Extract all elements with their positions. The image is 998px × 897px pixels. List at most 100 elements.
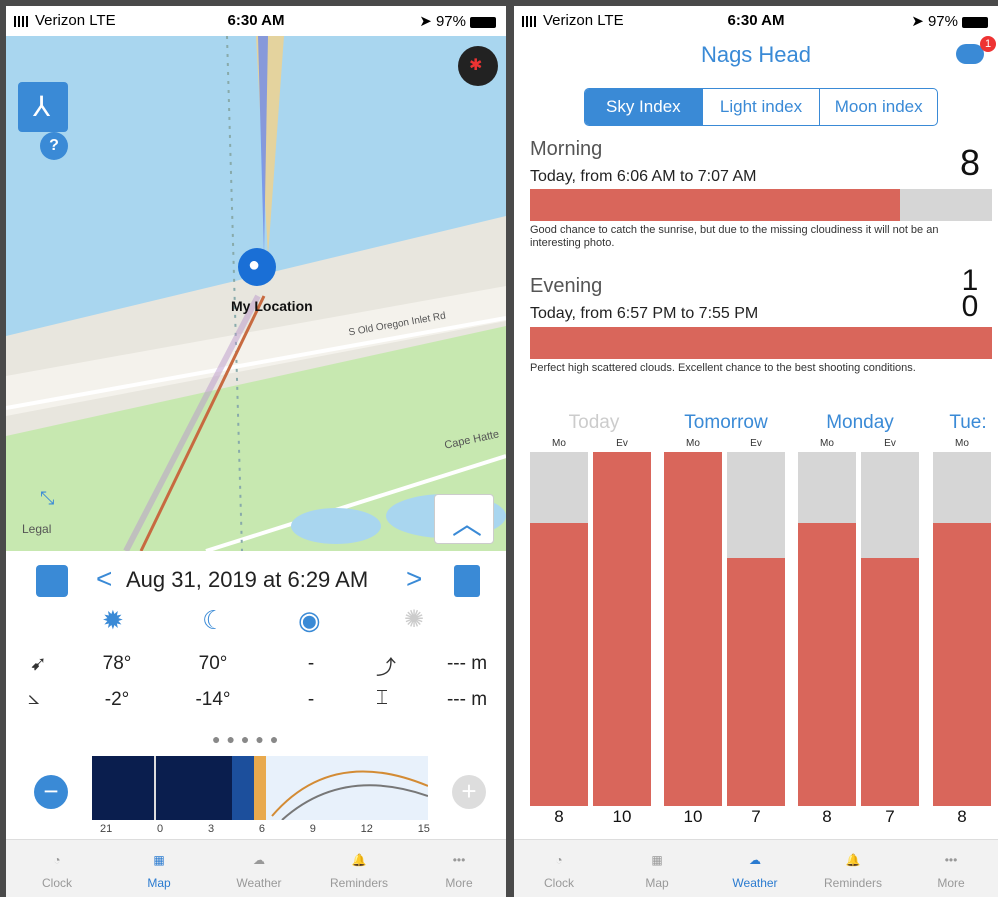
forecast-bar[interactable]: [727, 452, 785, 806]
morning-score-fill: [530, 189, 900, 221]
column-label: Ev: [884, 438, 896, 449]
battery-percent: 97%: [435, 13, 466, 30]
sun-elevation: -2°: [104, 689, 130, 710]
timeline-chart[interactable]: [92, 756, 428, 820]
column-label: Ev: [750, 438, 762, 449]
morning-range: Today, from 6:06 AM to 7:07 AM: [530, 168, 757, 185]
height-icon: ⌶: [376, 687, 388, 709]
column-label: Mo: [686, 438, 700, 449]
bell-icon: 🔔: [351, 853, 367, 867]
azimuth-icon: ➹: [30, 653, 47, 675]
tab-bar: ◔ Clock ▦ Map ☁ Weather 🔔 Reminders ••• More: [6, 839, 506, 897]
weather-icon: ☁: [749, 853, 761, 867]
status-bar: Verizon LTE 6:30 AM ➤ 97%: [6, 6, 506, 36]
moon-azimuth: 70°: [198, 653, 228, 674]
date-label[interactable]: Aug 31, 2019 at 6:29 AM: [126, 567, 368, 593]
column-label: Mo: [552, 438, 566, 449]
day-monday: Monday: [826, 412, 894, 433]
forecast-bar-fill: [593, 452, 651, 806]
date-navigation: < Aug 31, 2019 at 6:29 AM >: [6, 559, 506, 599]
tab-clock[interactable]: ◔ Clock: [12, 844, 102, 890]
tab-map[interactable]: ▦ Map: [612, 844, 702, 890]
evening-score-fill: [530, 327, 992, 359]
day-tomorrow: Tomorrow: [684, 412, 768, 433]
forecast-value: 8: [554, 807, 564, 826]
sun-azimuth: 78°: [102, 653, 132, 674]
location-arrow-icon: ➤: [911, 13, 928, 30]
forecast-bar-fill: [727, 558, 785, 806]
prev-date-button[interactable]: <: [96, 563, 112, 595]
location-pin-icon[interactable]: ●: [238, 248, 276, 286]
forecast-bar[interactable]: [861, 452, 919, 806]
page-title: Nags Head: [700, 42, 812, 67]
chevron-up-icon: ︿: [452, 508, 482, 541]
moon-icon: ☾: [202, 605, 226, 635]
day-today: Today: [568, 412, 620, 433]
tab-weather[interactable]: ☁ Weather: [214, 844, 304, 890]
tab-moon-index[interactable]: Moon index: [820, 89, 937, 125]
bookmark-icon[interactable]: [454, 565, 480, 597]
tab-more[interactable]: ••• More: [414, 844, 504, 890]
evening-heading: Evening: [530, 275, 603, 297]
forecast-bar[interactable]: [798, 452, 856, 806]
forecast-bar-fill: [798, 522, 856, 806]
forecast-bar-fill: [664, 452, 722, 806]
forecast-value: 7: [751, 807, 761, 826]
evening-note: Perfect high scattered clouds. Excellent…: [530, 362, 916, 374]
expand-panel-button[interactable]: ︿: [434, 494, 494, 544]
calendar-icon[interactable]: [36, 565, 68, 597]
zoom-out-button[interactable]: −: [34, 775, 68, 809]
help-button[interactable]: ?: [40, 132, 68, 160]
map-view[interactable]: ⅄ ? ✱ ● My Location S Old Oregon Inlet R…: [6, 36, 506, 551]
tab-clock[interactable]: ◔ Clock: [514, 844, 604, 890]
status-bar: Verizon LTE 6:30 AM ➤ 97%: [514, 6, 998, 36]
tab-reminders[interactable]: 🔔 Reminders: [314, 844, 404, 890]
my-location-label: My Location: [231, 298, 313, 314]
column-label: Mo: [955, 438, 969, 449]
morning-score-bar: [530, 189, 992, 221]
morning-heading: Morning: [530, 138, 603, 160]
weather-icon: ☁: [253, 853, 265, 867]
location-arrow-icon: ➤: [419, 13, 436, 30]
tab-more[interactable]: ••• More: [906, 844, 996, 890]
info-panel: < Aug 31, 2019 at 6:29 AM > ✹ ☾ ◉ ✺ ➹ 78…: [6, 551, 506, 841]
clock-icon: ◔: [53, 853, 61, 867]
evening-range: Today, from 6:57 PM to 7:55 PM: [530, 305, 759, 322]
forecast-value: 7: [885, 807, 895, 826]
tab-light-index[interactable]: Light index: [703, 89, 821, 125]
zoom-in-button[interactable]: +: [452, 775, 486, 809]
compass-mode-button[interactable]: ⅄: [18, 82, 68, 132]
tab-reminders[interactable]: 🔔 Reminders: [808, 844, 898, 890]
page-indicator[interactable]: ●●●●●: [212, 731, 284, 747]
weather-screen: Verizon LTE 6:30 AM ➤ 97% Nags Head 1 Sk…: [514, 6, 998, 897]
distance-icon: ⤴: [376, 657, 396, 679]
index-segmented-control: Sky Index Light index Moon index: [584, 88, 938, 126]
forecast-bar[interactable]: [664, 452, 722, 806]
moon-elevation: -14°: [195, 689, 231, 710]
notification-badge: 1: [980, 36, 996, 52]
poi-azimuth: -: [307, 653, 315, 674]
poi-elevation: -: [307, 689, 315, 710]
day-tuesday: Tue:: [949, 412, 987, 433]
tab-sky-index[interactable]: Sky Index: [585, 89, 703, 125]
compass-icon[interactable]: ✱: [458, 46, 498, 86]
evening-score: 10: [961, 268, 979, 323]
map-icon: ▦: [153, 853, 165, 867]
forecast-bar[interactable]: [933, 452, 991, 806]
next-date-button[interactable]: >: [406, 563, 422, 595]
forecast-bar[interactable]: [593, 452, 651, 806]
tab-map[interactable]: ▦ Map: [114, 844, 204, 890]
tab-bar: ◔ Clock ▦ Map ☁ Weather 🔔 Reminders ••• More: [514, 839, 998, 897]
morning-score: 8: [959, 142, 980, 183]
forecast-bar-fill: [933, 522, 991, 806]
tab-weather[interactable]: ☁ Weather: [710, 844, 800, 890]
column-label: Ev: [616, 438, 628, 449]
distance-value: --- m: [446, 653, 488, 674]
forecast-bar[interactable]: [530, 452, 588, 806]
forecast-value: 10: [612, 807, 632, 826]
expand-icon[interactable]: ⤡: [40, 488, 54, 509]
clock-icon: ◔: [555, 853, 563, 867]
more-icon: •••: [452, 853, 466, 867]
legal-link[interactable]: Legal: [22, 522, 51, 536]
timeline-ticks: 21 0 3 6 9 12 15: [100, 823, 430, 835]
